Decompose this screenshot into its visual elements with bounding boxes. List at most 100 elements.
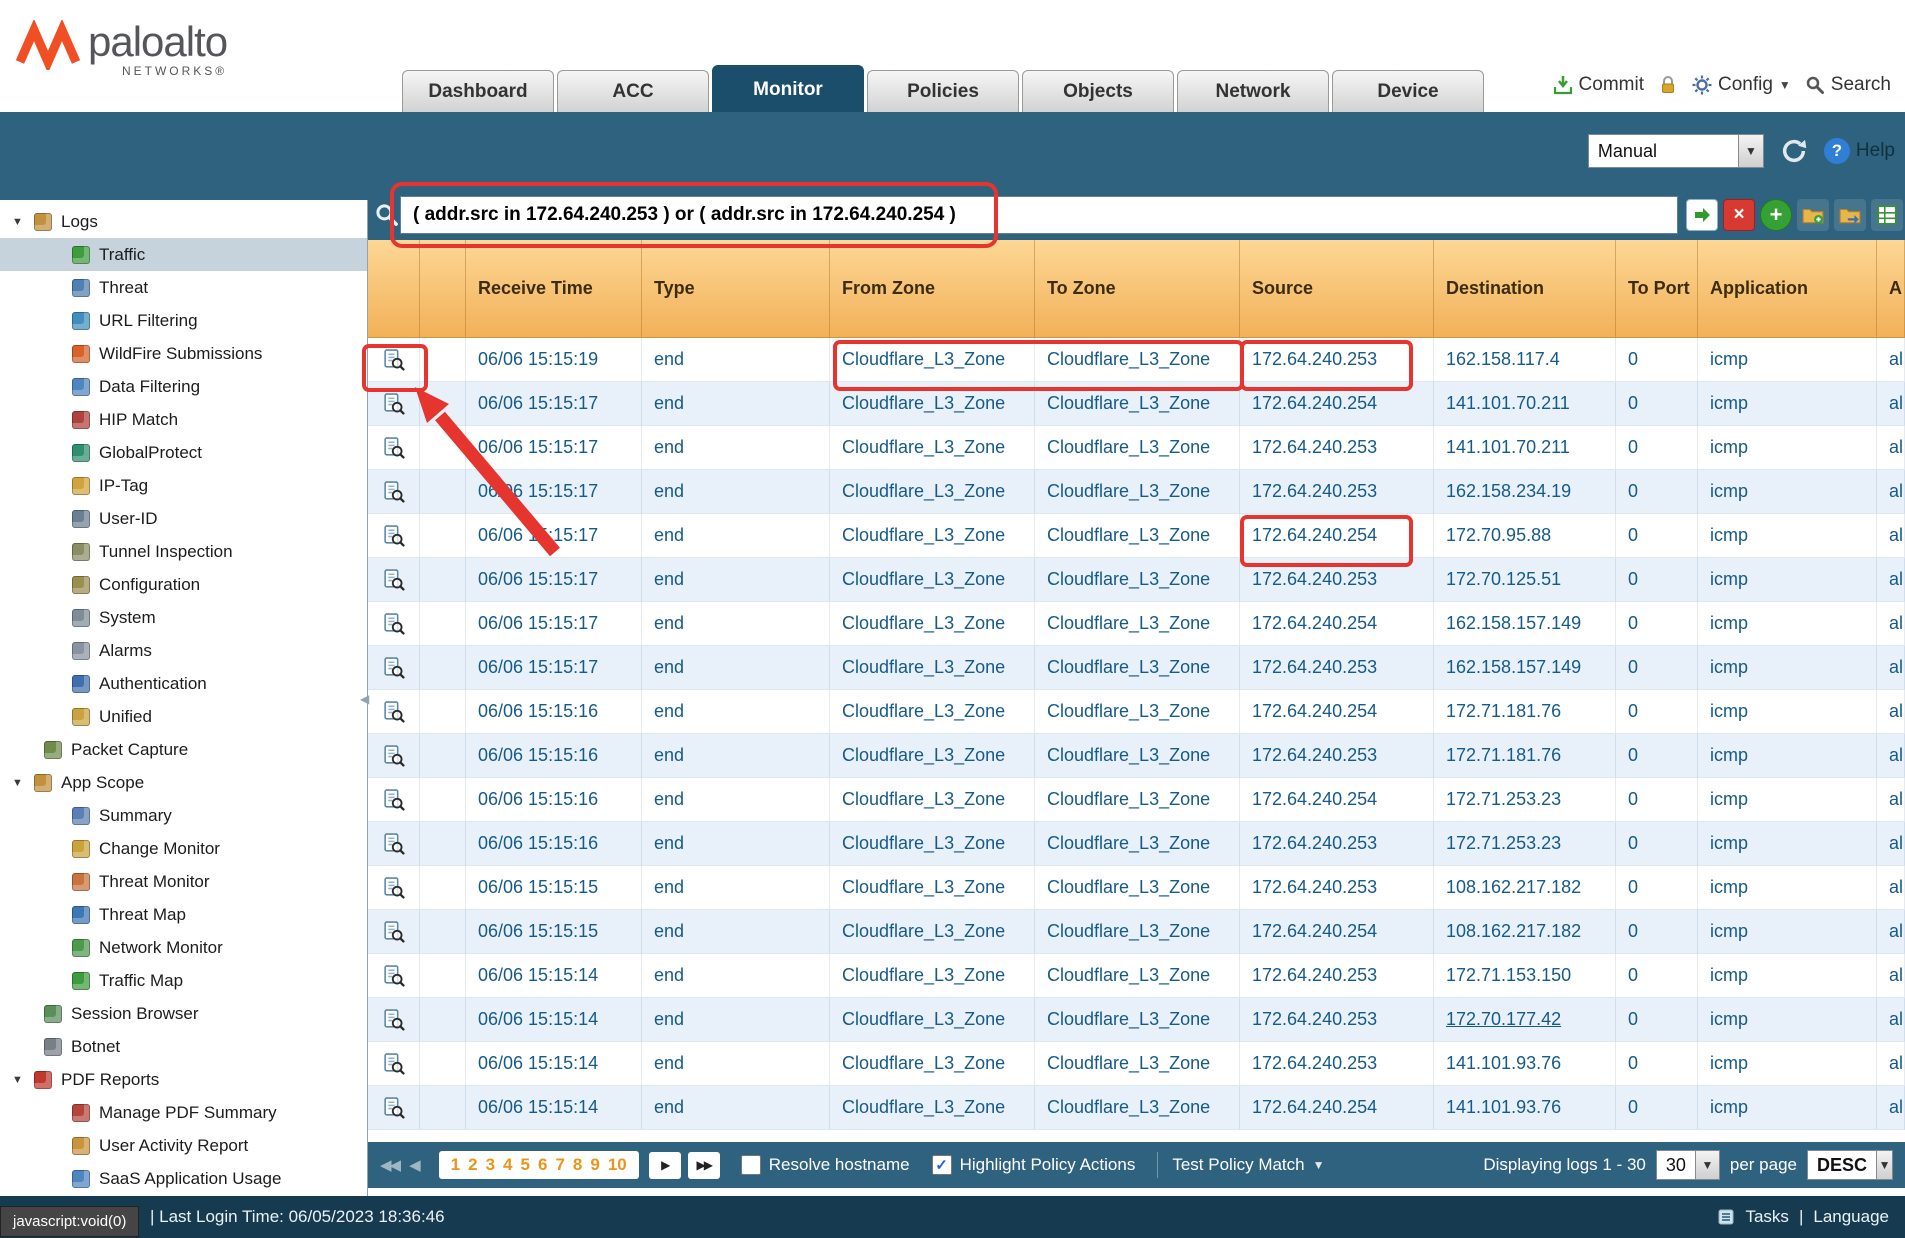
- first-page-button[interactable]: ◀◀: [380, 1156, 399, 1174]
- sidebar-item-threat-map[interactable]: Threat Map: [0, 898, 367, 931]
- export-button[interactable]: [1871, 199, 1903, 231]
- column-header-to-port[interactable]: To Port: [1616, 240, 1698, 337]
- tab-network[interactable]: Network: [1177, 70, 1329, 112]
- page-number-5[interactable]: 5: [521, 1155, 530, 1175]
- log-detail-button[interactable]: [368, 338, 420, 382]
- log-row[interactable]: 06/06 15:15:17endCloudflare_L3_ZoneCloud…: [368, 426, 1905, 470]
- sidebar-item-tunnel-inspection[interactable]: Tunnel Inspection: [0, 535, 367, 568]
- expander-icon[interactable]: ▼: [12, 216, 34, 228]
- refresh-icon[interactable]: [1780, 137, 1808, 165]
- tab-device[interactable]: Device: [1332, 70, 1484, 112]
- lock-icon[interactable]: [1658, 75, 1678, 95]
- sidebar-item-botnet[interactable]: Botnet: [0, 1030, 367, 1063]
- log-detail-button[interactable]: [368, 1086, 420, 1130]
- log-detail-button[interactable]: [368, 910, 420, 954]
- log-detail-button[interactable]: [368, 778, 420, 822]
- clear-filter-button[interactable]: ×: [1723, 199, 1755, 231]
- tab-monitor[interactable]: Monitor: [712, 65, 864, 112]
- column-header-to-zone[interactable]: To Zone: [1035, 240, 1240, 337]
- log-row[interactable]: 06/06 15:15:14endCloudflare_L3_ZoneCloud…: [368, 998, 1905, 1042]
- column-header-source[interactable]: Source: [1240, 240, 1434, 337]
- sidebar-item-session-browser[interactable]: Session Browser: [0, 997, 367, 1030]
- log-row[interactable]: 06/06 15:15:14endCloudflare_L3_ZoneCloud…: [368, 954, 1905, 998]
- sidebar-item-hip-match[interactable]: HIP Match: [0, 403, 367, 436]
- sidebar-item-change-monitor[interactable]: Change Monitor: [0, 832, 367, 865]
- config-menu[interactable]: Config ▼: [1692, 74, 1791, 96]
- log-detail-button[interactable]: [368, 382, 420, 426]
- filter-query-input[interactable]: [400, 196, 1678, 234]
- log-detail-button[interactable]: [368, 602, 420, 646]
- chevron-down-icon[interactable]: ▼: [1738, 135, 1763, 167]
- log-detail-button[interactable]: [368, 470, 420, 514]
- tasks-button[interactable]: Tasks: [1745, 1207, 1788, 1227]
- sidebar-item-globalprotect[interactable]: GlobalProtect: [0, 436, 367, 469]
- prev-page-button[interactable]: ◀: [409, 1156, 419, 1174]
- apply-filter-button[interactable]: [1686, 199, 1718, 231]
- page-number-2[interactable]: 2: [468, 1155, 477, 1175]
- log-row[interactable]: 06/06 15:15:17endCloudflare_L3_ZoneCloud…: [368, 646, 1905, 690]
- save-filter-button[interactable]: [1797, 199, 1829, 231]
- sidebar-item-user-id[interactable]: User-ID: [0, 502, 367, 535]
- log-row[interactable]: 06/06 15:15:16endCloudflare_L3_ZoneCloud…: [368, 734, 1905, 778]
- column-header-application[interactable]: Application: [1698, 240, 1877, 337]
- tab-dashboard[interactable]: Dashboard: [402, 70, 554, 112]
- sidebar-item-ip-tag[interactable]: IP-Tag: [0, 469, 367, 502]
- help-button[interactable]: ? Help: [1824, 138, 1895, 164]
- tab-acc[interactable]: ACC: [557, 70, 709, 112]
- log-detail-button[interactable]: [368, 646, 420, 690]
- tab-policies[interactable]: Policies: [867, 70, 1019, 112]
- log-row[interactable]: 06/06 15:15:17endCloudflare_L3_ZoneCloud…: [368, 382, 1905, 426]
- sidebar-item-threat-monitor[interactable]: Threat Monitor: [0, 865, 367, 898]
- page-number-6[interactable]: 6: [538, 1155, 547, 1175]
- sidebar-item-threat[interactable]: Threat: [0, 271, 367, 304]
- log-detail-button[interactable]: [368, 558, 420, 602]
- log-detail-button[interactable]: [368, 822, 420, 866]
- search-button[interactable]: Search: [1805, 74, 1891, 96]
- expander-icon[interactable]: ▼: [12, 777, 34, 789]
- destination-link[interactable]: 172.70.177.42: [1446, 1009, 1561, 1030]
- log-row[interactable]: 06/06 15:15:17endCloudflare_L3_ZoneCloud…: [368, 558, 1905, 602]
- chevron-down-icon[interactable]: ▼: [1695, 1151, 1719, 1179]
- page-number-10[interactable]: 10: [608, 1155, 627, 1175]
- column-header-destination[interactable]: Destination: [1434, 240, 1616, 337]
- sidebar-item-user-activity-report[interactable]: User Activity Report: [0, 1129, 367, 1162]
- column-header-type[interactable]: Type: [642, 240, 830, 337]
- resolve-hostname-checkbox[interactable]: [741, 1155, 761, 1175]
- page-number-7[interactable]: 7: [555, 1155, 564, 1175]
- sidebar-item-manage-pdf-summary[interactable]: Manage PDF Summary: [0, 1096, 367, 1129]
- log-row[interactable]: 06/06 15:15:14endCloudflare_L3_ZoneCloud…: [368, 1042, 1905, 1086]
- language-button[interactable]: Language: [1813, 1207, 1889, 1227]
- log-row[interactable]: 06/06 15:15:17endCloudflare_L3_ZoneCloud…: [368, 514, 1905, 558]
- expander-icon[interactable]: ▼: [12, 1074, 34, 1086]
- per-page-select[interactable]: 30 ▼: [1656, 1150, 1720, 1180]
- sidebar-item-app-scope[interactable]: ▼App Scope: [0, 766, 367, 799]
- page-number-4[interactable]: 4: [503, 1155, 512, 1175]
- sidebar-item-saas-application-usage[interactable]: SaaS Application Usage: [0, 1162, 367, 1195]
- chevron-down-icon[interactable]: ▼: [1876, 1151, 1892, 1179]
- sidebar-item-traffic-map[interactable]: Traffic Map: [0, 964, 367, 997]
- refresh-mode-select[interactable]: Manual ▼: [1588, 134, 1764, 168]
- sidebar-item-url-filtering[interactable]: URL Filtering: [0, 304, 367, 337]
- log-row[interactable]: 06/06 15:15:15endCloudflare_L3_ZoneCloud…: [368, 866, 1905, 910]
- sidebar-item-system[interactable]: System: [0, 601, 367, 634]
- log-detail-button[interactable]: [368, 690, 420, 734]
- sidebar-item-logs[interactable]: ▼Logs: [0, 205, 367, 238]
- highlight-policy-checkbox[interactable]: ✓: [932, 1155, 952, 1175]
- column-header-a[interactable]: A: [1877, 240, 1905, 337]
- next-page-button[interactable]: ▶: [649, 1152, 681, 1179]
- column-header-receive-time[interactable]: Receive Time: [466, 240, 642, 337]
- page-number-3[interactable]: 3: [486, 1155, 495, 1175]
- last-page-button[interactable]: ▶▶: [688, 1152, 720, 1179]
- sidebar-item-wildfire-submissions[interactable]: WildFire Submissions: [0, 337, 367, 370]
- sidebar-item-pdf-reports[interactable]: ▼PDF Reports: [0, 1063, 367, 1096]
- test-policy-match-button[interactable]: Test Policy Match ▼: [1172, 1155, 1324, 1175]
- sidebar-collapse-handle[interactable]: ◀: [360, 676, 372, 722]
- page-number-1[interactable]: 1: [451, 1155, 460, 1175]
- add-filter-button[interactable]: +: [1760, 199, 1792, 231]
- page-number-8[interactable]: 8: [573, 1155, 582, 1175]
- sidebar-item-summary[interactable]: Summary: [0, 799, 367, 832]
- commit-button[interactable]: Commit: [1553, 74, 1644, 96]
- sidebar-item-traffic[interactable]: Traffic: [0, 238, 367, 271]
- log-row[interactable]: 06/06 15:15:15endCloudflare_L3_ZoneCloud…: [368, 910, 1905, 954]
- log-row[interactable]: 06/06 15:15:16endCloudflare_L3_ZoneCloud…: [368, 690, 1905, 734]
